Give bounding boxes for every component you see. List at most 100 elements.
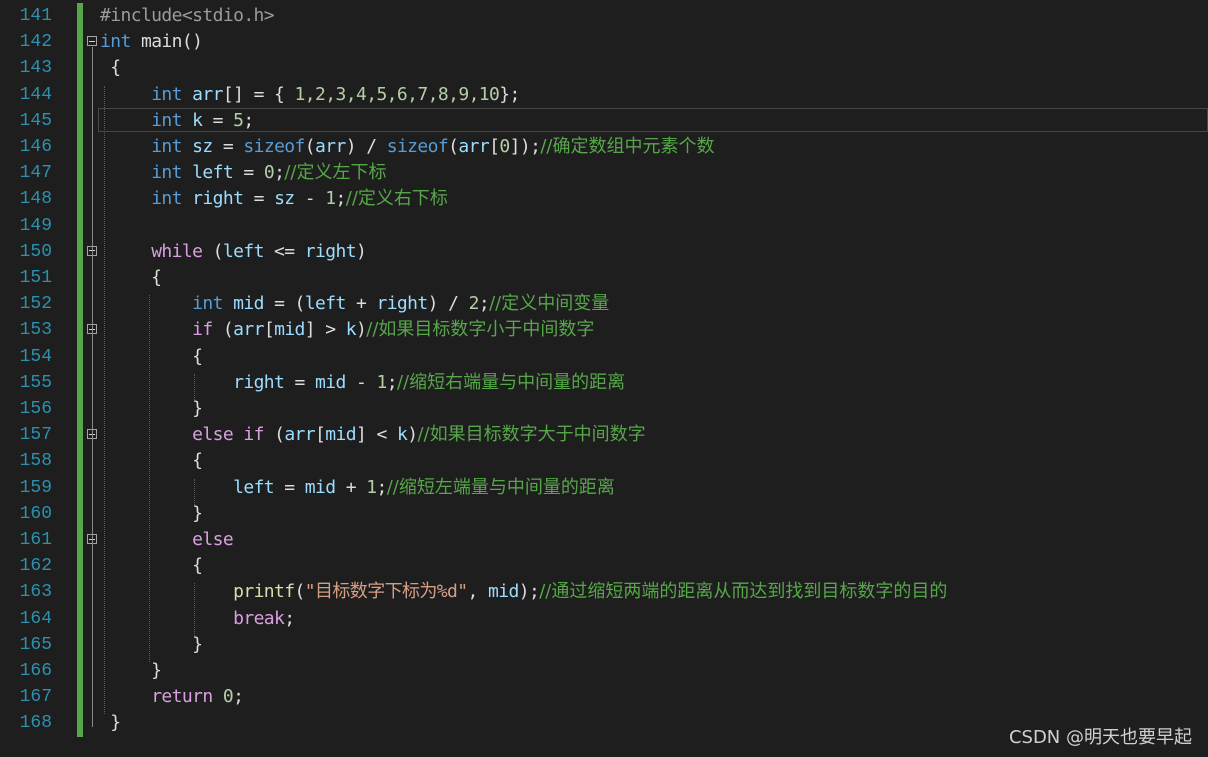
code-text[interactable]: { [100, 553, 203, 579]
code-line[interactable]: 142 int main() [0, 29, 1208, 56]
indent-guide [104, 85, 105, 715]
change-indicator [77, 343, 83, 370]
code-text[interactable]: } [100, 632, 203, 658]
code-line[interactable]: 153 if (arr[mid] > k)//如果目标数字小于中间数字 [0, 317, 1208, 344]
code-text[interactable]: else if (arr[mid] < k)//如果目标数字大于中间数字 [100, 422, 646, 448]
code-text[interactable]: #include<stdio.h> [100, 3, 275, 29]
code-editor[interactable]: 141 #include<stdio.h> 142 int main() 143 {14… [0, 0, 1208, 757]
code-line[interactable]: 141 #include<stdio.h> [0, 3, 1208, 30]
code-text[interactable]: left = mid + 1;//缩短左端量与中间量的距离 [100, 475, 615, 501]
code-text[interactable]: int k = 5; [100, 108, 254, 134]
line-number: 142 [19, 32, 52, 53]
code-token: { [100, 345, 203, 367]
code-token: ( [212, 319, 234, 341]
code-text[interactable]: else [100, 527, 234, 553]
code-token: { [100, 267, 162, 288]
code-text[interactable]: break; [100, 606, 295, 632]
code-line[interactable]: 165 } [0, 631, 1208, 658]
code-line[interactable]: 148 int right = sz - 1;//定义右下标 [0, 186, 1208, 213]
code-line[interactable]: 164 break; [0, 605, 1208, 632]
code-text[interactable]: { [100, 344, 203, 370]
code-text[interactable]: return 0; [100, 684, 244, 710]
code-text[interactable]: right = mid - 1;//缩短右端量与中间量的距离 [100, 370, 625, 396]
line-number: 145 [19, 110, 52, 131]
code-line[interactable]: 154 { [0, 343, 1208, 370]
code-text[interactable]: if (arr[mid] > k)//如果目标数字小于中间数字 [100, 317, 594, 343]
code-line[interactable]: 166 } [0, 658, 1208, 685]
code-token: right [233, 371, 285, 393]
code-text[interactable]: { [100, 448, 203, 474]
code-line[interactable]: 159 left = mid + 1;//缩短左端量与中间量的距离 [0, 474, 1208, 501]
code-text[interactable]: { [100, 265, 162, 291]
code-token: { [100, 57, 121, 79]
fold-toggle-icon[interactable] [87, 36, 97, 47]
code-token: k [192, 109, 203, 131]
code-text[interactable]: while (left <= right) [100, 239, 367, 265]
code-text[interactable]: } [100, 658, 162, 684]
code-line[interactable]: 162 { [0, 553, 1208, 580]
code-token: //定义右下标 [345, 188, 448, 210]
code-text[interactable]: int right = sz - 1;//定义右下标 [100, 186, 448, 212]
code-line[interactable]: 155 right = mid - 1;//缩短右端量与中间量的距离 [0, 369, 1208, 396]
code-token: ; [478, 293, 490, 315]
code-token: mid [233, 293, 264, 315]
code-token: ; [243, 109, 254, 131]
code-token: int [151, 162, 182, 184]
code-token: left [304, 293, 347, 315]
code-token: ); [518, 581, 540, 603]
code-token: 2 [468, 293, 480, 315]
code-line[interactable]: 158 { [0, 448, 1208, 475]
code-text[interactable]: int arr[] = { 1,2,3,4,5,6,7,8,9,10}; [100, 82, 520, 108]
code-token: 0 [222, 686, 234, 708]
code-line[interactable]: 144 int arr[] = { 1,2,3,4,5,6,7,8,9,10}; [0, 81, 1208, 108]
line-number: 148 [19, 189, 52, 210]
code-line[interactable]: 157 else if (arr[mid] < k)//如果目标数字大于中间数字 [0, 422, 1208, 449]
code-line[interactable]: 163 printf("目标数字下标为%d", mid);//通过缩短两端的距离… [0, 579, 1208, 606]
code-line[interactable]: 156 } [0, 396, 1208, 423]
code-line[interactable]: 143 { [0, 55, 1208, 82]
code-token: = [202, 109, 234, 131]
line-number: 141 [19, 6, 52, 26]
line-number: 161 [19, 530, 52, 550]
code-token: = [233, 162, 264, 184]
code-text[interactable]: int left = 0;//定义左下标 [100, 160, 386, 186]
code-token: if [192, 319, 213, 341]
code-text[interactable]: } [100, 501, 203, 527]
code-token: ( [294, 581, 306, 603]
code-token: //如果目标数字大于中间数字 [417, 424, 646, 446]
code-token: int [151, 83, 182, 105]
code-text[interactable]: int mid = (left + right) / 2;//定义中间变量 [100, 291, 609, 317]
change-indicator [77, 212, 83, 239]
code-line[interactable]: 145 int k = 5; [0, 107, 1208, 134]
code-line[interactable]: 149 [0, 212, 1208, 239]
code-line[interactable]: 150 while (left <= right) [0, 238, 1208, 265]
code-text[interactable]: int main() [100, 29, 203, 55]
code-text[interactable]: int sz = sizeof(arr) / sizeof(arr[0]);//… [100, 134, 714, 160]
code-token: ) / [427, 293, 469, 315]
line-number: 146 [19, 137, 52, 157]
code-line[interactable]: 147 int left = 0;//定义左下标 [0, 160, 1208, 187]
code-token: [ [263, 319, 275, 341]
code-text[interactable]: printf("目标数字下标为%d", mid);//通过缩短两端的距离从而达到… [100, 579, 947, 605]
code-token: ; [284, 607, 295, 629]
change-indicator [77, 291, 83, 318]
code-line[interactable]: 152 int mid = (left + right) / 2;//定义中间变… [0, 291, 1208, 318]
code-text[interactable]: } [100, 396, 203, 422]
code-line[interactable]: 160 } [0, 500, 1208, 527]
line-number: 160 [19, 503, 52, 524]
code-token: ]); [509, 136, 541, 157]
change-indicator [77, 55, 83, 82]
code-line[interactable]: 151 { [0, 265, 1208, 292]
code-line[interactable]: 146 int sz = sizeof(arr) / sizeof(arr[0]… [0, 134, 1208, 161]
code-text[interactable]: { [100, 55, 121, 81]
fold-outline [92, 47, 93, 727]
code-line[interactable]: 161 else [0, 527, 1208, 554]
code-line[interactable]: 167 return 0; [0, 684, 1208, 711]
code-token: mid [488, 581, 519, 603]
code-token: ; [274, 162, 285, 184]
